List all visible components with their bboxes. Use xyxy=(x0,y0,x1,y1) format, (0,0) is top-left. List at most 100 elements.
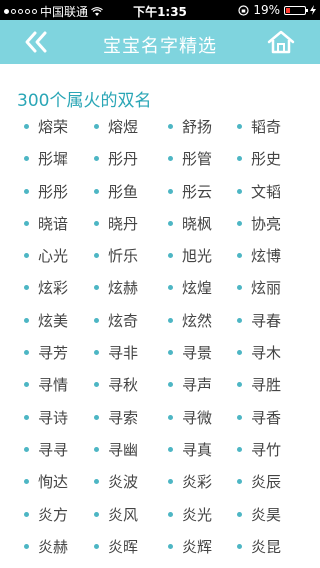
name-item[interactable]: 炫奇 xyxy=(94,310,138,331)
name-label: 寻幽 xyxy=(108,440,139,459)
name-item[interactable]: 寻香 xyxy=(237,407,281,428)
bullet-icon xyxy=(237,124,242,129)
name-label: 寻春 xyxy=(251,311,282,330)
bullet-icon xyxy=(237,382,242,388)
name-item[interactable]: 炫博 xyxy=(237,245,281,266)
name-item[interactable]: 寻木 xyxy=(237,342,281,363)
name-item[interactable]: 寻景 xyxy=(168,342,212,363)
name-label: 晓丹 xyxy=(108,214,139,233)
bullet-icon xyxy=(237,446,242,452)
bullet-icon xyxy=(24,414,29,420)
name-label: 彤彤 xyxy=(38,182,69,201)
name-item[interactable]: 炫丽 xyxy=(237,277,281,298)
name-item[interactable]: 炎晖 xyxy=(94,536,138,557)
name-label: 炎辰 xyxy=(251,473,282,492)
name-item[interactable]: 晓丹 xyxy=(94,213,138,234)
name-item[interactable]: 炫彩 xyxy=(24,277,68,298)
name-item[interactable]: 彤彤 xyxy=(24,181,68,202)
name-item[interactable]: 晓枫 xyxy=(168,213,212,234)
name-row: 彤彤 彤鱼 彤云 文韬 xyxy=(0,177,320,209)
name-item[interactable]: 炎辉 xyxy=(168,536,212,557)
name-item[interactable]: 炎光 xyxy=(168,504,212,525)
home-icon[interactable] xyxy=(266,29,296,55)
name-item[interactable]: 彤墀 xyxy=(24,148,68,169)
name-label: 寻真 xyxy=(182,440,213,459)
name-item[interactable]: 韬奇 xyxy=(237,116,281,137)
name-item[interactable]: 彤丹 xyxy=(94,148,138,169)
bullet-icon xyxy=(94,124,99,129)
name-item[interactable]: 寻真 xyxy=(168,439,212,460)
name-item[interactable]: 炎昆 xyxy=(237,536,281,557)
name-item[interactable]: 寻情 xyxy=(24,374,68,395)
bullet-icon xyxy=(237,220,242,226)
name-item[interactable]: 文韬 xyxy=(237,181,281,202)
bullet-icon xyxy=(24,511,29,517)
name-row: 心光 忻乐 旭光 炫博 xyxy=(0,241,320,273)
name-item[interactable]: 炎彩 xyxy=(168,471,212,492)
status-bar: 中国联通 下午1:35 19% xyxy=(0,0,320,20)
name-item[interactable]: 炎辰 xyxy=(237,471,281,492)
bullet-icon xyxy=(24,350,29,356)
name-item[interactable]: 协亮 xyxy=(237,213,281,234)
name-label: 忻乐 xyxy=(108,247,139,266)
name-item[interactable]: 炎方 xyxy=(24,504,68,525)
name-item[interactable]: 寻芳 xyxy=(24,342,68,363)
name-item[interactable]: 彤云 xyxy=(168,181,212,202)
name-item[interactable]: 旭光 xyxy=(168,245,212,266)
name-item[interactable]: 寻竹 xyxy=(237,439,281,460)
name-item[interactable]: 寻微 xyxy=(168,407,212,428)
name-label: 彤史 xyxy=(251,150,282,169)
name-item[interactable]: 炎昊 xyxy=(237,504,281,525)
name-label: 炎赫 xyxy=(38,537,69,556)
name-item[interactable]: 寻诗 xyxy=(24,407,68,428)
section-title: 300个属火的双名 xyxy=(17,91,152,111)
name-item[interactable]: 忻乐 xyxy=(94,245,138,266)
bullet-icon xyxy=(24,124,29,129)
bullet-icon xyxy=(94,511,99,517)
name-row: 寻寻 寻幽 寻真 寻竹 xyxy=(0,435,320,467)
name-item[interactable]: 熔煜 xyxy=(94,116,138,137)
bullet-icon xyxy=(94,446,99,452)
name-item[interactable]: 炫赫 xyxy=(94,277,138,298)
name-row: 熔荣 熔煜 舒扬 韬奇 xyxy=(0,112,320,144)
name-item[interactable]: 寻幽 xyxy=(94,439,138,460)
name-label: 炎光 xyxy=(182,505,213,524)
bullet-icon xyxy=(168,124,173,129)
name-item[interactable]: 彤管 xyxy=(168,148,212,169)
name-item[interactable]: 炫煌 xyxy=(168,277,212,298)
bullet-icon xyxy=(168,511,173,517)
bullet-icon xyxy=(24,317,29,323)
name-label: 寻情 xyxy=(38,376,69,395)
name-item[interactable]: 彤鱼 xyxy=(94,181,138,202)
bullet-icon xyxy=(237,317,242,323)
name-item[interactable]: 寻秋 xyxy=(94,374,138,395)
name-item[interactable]: 炫然 xyxy=(168,310,212,331)
name-label: 炫美 xyxy=(38,311,69,330)
name-item[interactable]: 寻非 xyxy=(94,342,138,363)
name-item[interactable]: 炎赫 xyxy=(24,536,68,557)
bullet-icon xyxy=(237,543,242,549)
name-item[interactable]: 寻寻 xyxy=(24,439,68,460)
bullet-icon xyxy=(24,220,29,226)
name-item[interactable]: 寻索 xyxy=(94,407,138,428)
bullet-icon xyxy=(94,317,99,323)
name-item[interactable]: 炎风 xyxy=(94,504,138,525)
name-label: 寻胜 xyxy=(251,376,282,395)
name-item[interactable]: 炫美 xyxy=(24,310,68,331)
name-item[interactable]: 彤史 xyxy=(237,148,281,169)
bullet-icon xyxy=(168,543,173,549)
name-item[interactable]: 舒扬 xyxy=(168,116,212,137)
name-item[interactable]: 寻声 xyxy=(168,374,212,395)
bullet-icon xyxy=(237,285,242,291)
name-item[interactable]: 寻胜 xyxy=(237,374,281,395)
name-item[interactable]: 炎波 xyxy=(94,471,138,492)
bullet-icon xyxy=(168,479,173,485)
bullet-icon xyxy=(94,350,99,356)
name-item[interactable]: 心光 xyxy=(24,245,68,266)
bullet-icon xyxy=(24,188,29,194)
name-item[interactable]: 寻春 xyxy=(237,310,281,331)
bullet-icon xyxy=(237,414,242,420)
name-item[interactable]: 熔荣 xyxy=(24,116,68,137)
name-item[interactable]: 恂达 xyxy=(24,471,68,492)
name-item[interactable]: 晓谙 xyxy=(24,213,68,234)
